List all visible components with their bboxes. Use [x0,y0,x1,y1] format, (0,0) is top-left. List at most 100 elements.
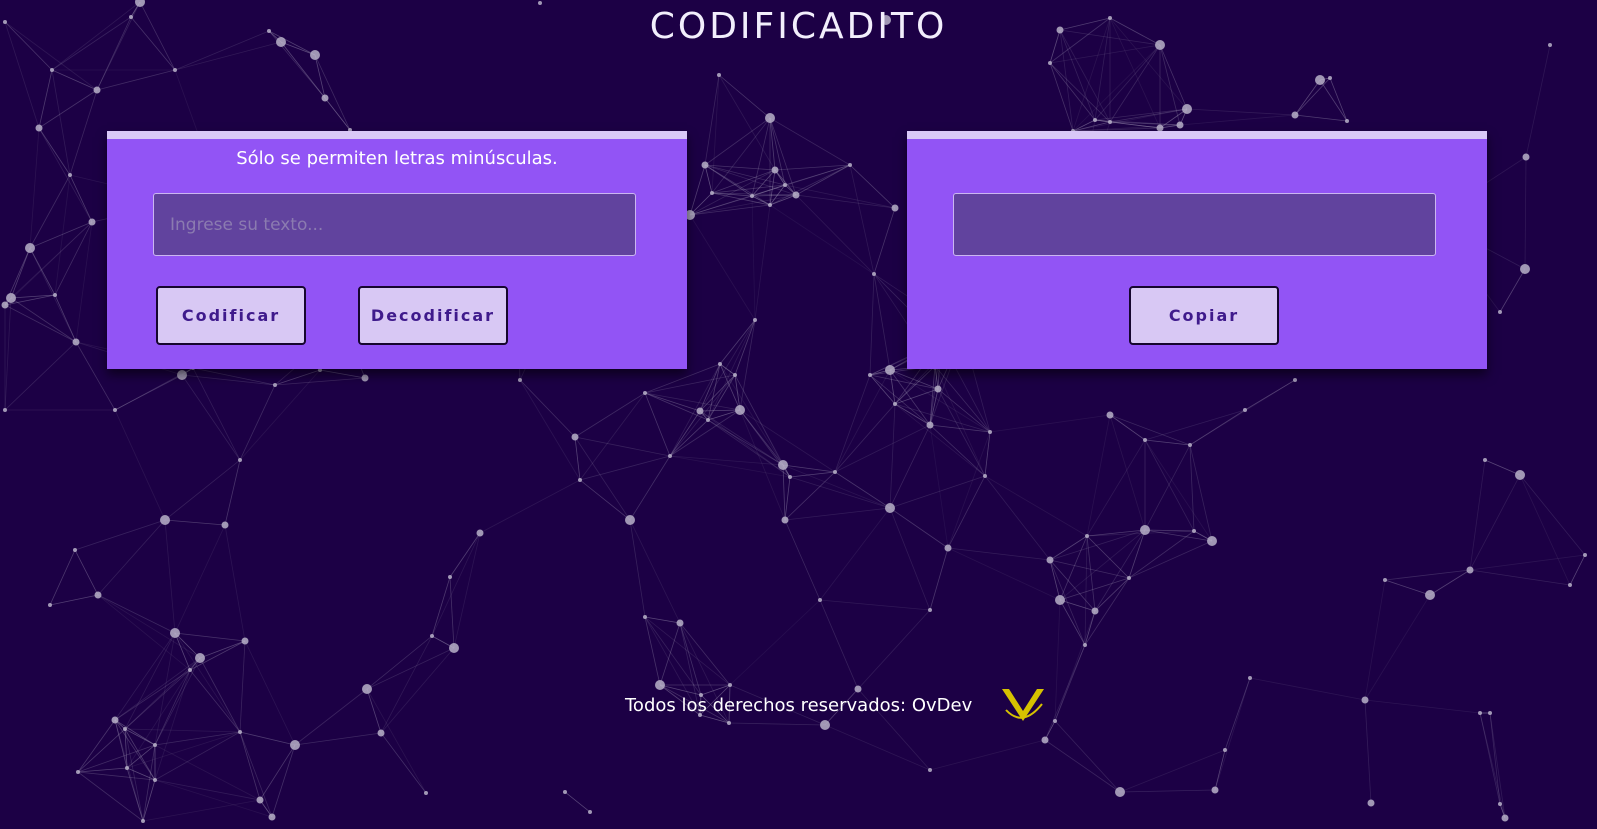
network-node [68,173,72,177]
network-node [1106,411,1114,419]
network-node [778,460,788,470]
output-field[interactable] [953,193,1436,256]
network-node [934,385,942,393]
network-node [1143,438,1147,442]
network-node [1425,590,1435,600]
network-node [125,766,129,770]
network-node [1053,719,1057,723]
network-node [872,272,876,276]
network-node [94,591,102,599]
network-node [818,598,822,602]
network-node [771,166,779,174]
network-node [25,243,35,253]
encoder-panel: Sólo se permiten letras minúsculas. Codi… [107,131,687,369]
network-node [1466,566,1474,574]
output-panel: Copiar [907,131,1487,369]
network-node [1248,676,1252,680]
network-node [753,318,757,322]
network-node [988,430,992,434]
network-node [113,408,117,412]
network-node [424,791,428,795]
network-node [1488,711,1492,715]
network-node [701,161,709,169]
network-node [868,373,872,377]
network-node [6,293,16,303]
network-node [1093,118,1097,122]
network-node [885,503,895,513]
network-node [53,293,57,297]
network-node [1140,525,1150,535]
network-node [1293,378,1297,382]
network-node [788,475,792,479]
network-node [1243,408,1247,412]
network-node [1048,61,1052,65]
network-node [643,391,647,395]
network-node [706,418,710,422]
network-node [377,729,385,737]
network-node [188,668,192,672]
network-node [1478,711,1482,715]
network-node [1083,643,1087,647]
network-node [781,516,789,524]
text-input[interactable] [153,193,636,256]
network-node [1568,583,1572,587]
network-node [1291,111,1299,119]
network-node [50,68,54,72]
network-node [160,515,170,525]
network-node [221,521,229,529]
network-node [88,218,96,226]
network-node [928,768,932,772]
network-node [1498,802,1502,806]
network-node [1361,696,1369,704]
network-node [268,813,276,821]
network-node [571,433,579,441]
network-node [1522,153,1530,161]
network-node [1345,119,1349,123]
network-node [1483,458,1487,462]
network-node [1501,814,1509,822]
network-node [256,796,264,804]
network-node [1188,443,1192,447]
network-node [718,362,722,366]
network-node [476,529,484,537]
network-node [1207,536,1217,546]
network-node [926,421,934,429]
decode-button[interactable]: Decodificar [358,286,508,345]
network-node [93,86,101,94]
network-node [792,191,800,199]
network-node [1315,75,1325,85]
network-node [668,454,672,458]
network-node [696,407,704,415]
network-node [750,194,754,198]
network-node [361,374,369,382]
network-node [768,203,772,207]
network-node [710,191,714,195]
network-node [893,402,897,406]
encode-button[interactable]: Codificar [156,286,306,345]
network-node [717,73,721,77]
network-node [983,474,987,478]
network-node [783,183,787,187]
network-node [1182,104,1192,114]
footer: Todos los derechos reservados: OvDev [625,680,1046,730]
network-node [928,608,932,612]
network-node [944,544,952,552]
lowercase-hint: Sólo se permiten letras minúsculas. [236,148,558,169]
network-node [238,730,242,734]
network-node [76,770,80,774]
network-node [1115,787,1125,797]
network-node [588,810,592,814]
network-node [848,163,852,167]
network-node [1,301,9,309]
network-node [48,603,52,607]
network-node [123,727,127,731]
network-node [765,113,775,123]
network-node [1520,264,1530,274]
network-node [1041,736,1049,744]
network-node [643,615,647,619]
network-node [833,470,837,474]
copy-button[interactable]: Copiar [1129,286,1279,345]
network-node [578,478,582,482]
network-node [1046,556,1054,564]
network-node [290,740,300,750]
